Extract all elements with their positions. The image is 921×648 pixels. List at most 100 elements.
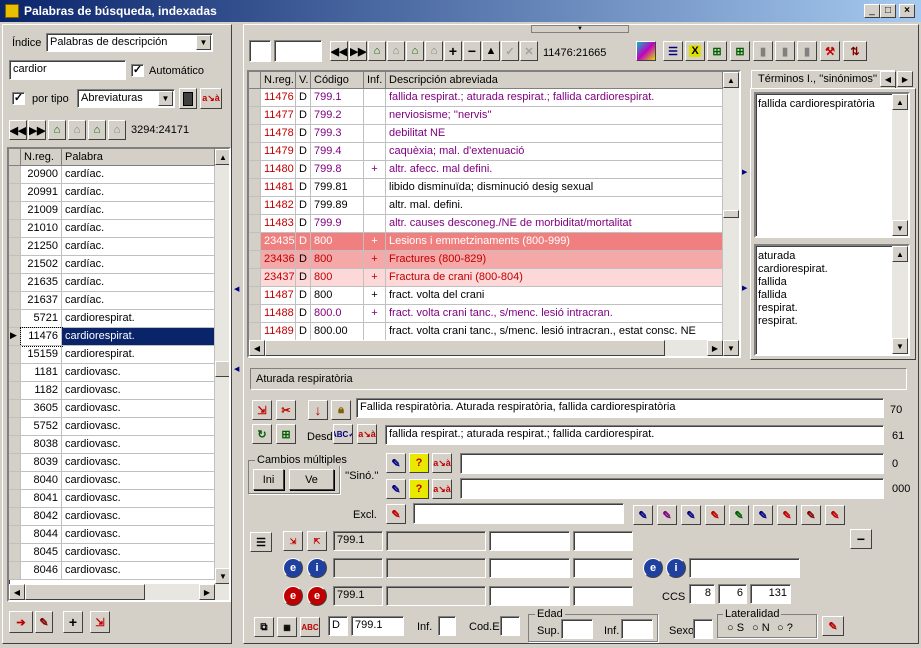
table-row[interactable]: 11482 D 799.89 altr. mal. defini. — [249, 197, 723, 215]
table-row[interactable]: 11481 D 799.81 libido disminuïda; disminuci… — [249, 179, 723, 197]
home-button[interactable]: ⌂ — [368, 41, 386, 61]
scroll-thumb[interactable] — [215, 361, 229, 377]
terms-vscroll[interactable]: ▲ ▼ — [892, 94, 908, 236]
table-row[interactable]: 8039 cardiovasc. — [9, 454, 215, 472]
info-extra-2[interactable] — [573, 558, 633, 578]
hscroll-thumb[interactable] — [265, 340, 665, 356]
col-header-descripcion[interactable]: Descripción abreviada — [386, 72, 723, 89]
excl-tool-button[interactable]: ✎ — [705, 505, 725, 525]
row-indicator[interactable] — [9, 418, 21, 436]
automatico-checkbox[interactable]: ✓ — [131, 64, 144, 77]
row-indicator[interactable] — [249, 251, 261, 269]
close-button[interactable]: × — [899, 4, 915, 18]
table-row[interactable]: 15159 cardiorespirat. — [9, 346, 215, 364]
excl-tool-button[interactable]: ✎ — [681, 505, 701, 525]
row-indicator[interactable] — [9, 382, 21, 400]
home-edit-button[interactable]: ⌂ — [425, 41, 443, 61]
table-row[interactable]: 8046 cardiovasc. — [9, 562, 215, 580]
table-row[interactable]: 8044 cardiovasc. — [9, 526, 215, 544]
terms-bottom-list[interactable]: aturada cardiorespirat. fallida fallida resp… — [754, 244, 910, 356]
row-indicator[interactable] — [9, 166, 21, 184]
inf2-field[interactable] — [621, 619, 653, 639]
insert-button[interactable]: + — [444, 41, 462, 61]
sino2-help-button[interactable]: ? — [409, 479, 429, 499]
excl-input[interactable] — [413, 503, 624, 524]
row-indicator[interactable] — [249, 287, 261, 305]
e-red-button-2[interactable]: e — [307, 586, 327, 606]
table-row[interactable]: 8041 cardiovasc. — [9, 490, 215, 508]
table-row[interactable]: 21502 cardíac. — [9, 256, 215, 274]
hscroll-thumb[interactable] — [25, 584, 145, 600]
table-row[interactable]: 1181 cardiovasc. — [9, 364, 215, 382]
import-button[interactable]: ⇲ — [252, 400, 272, 420]
home-next-button[interactable]: ⌂ — [406, 41, 424, 61]
row-indicator[interactable] — [9, 526, 21, 544]
scroll-right-arrow[interactable]: ▶ — [199, 584, 215, 600]
row-indicator[interactable] — [9, 436, 21, 454]
list-item[interactable]: respirat. — [758, 302, 798, 314]
delete-button[interactable]: − — [463, 41, 481, 61]
list-item[interactable]: fallida — [758, 289, 787, 301]
scroll-up-arrow[interactable]: ▲ — [723, 72, 739, 88]
excl-tool-button[interactable]: ✎ — [753, 505, 773, 525]
home-prev-button[interactable]: ⌂ — [68, 120, 86, 140]
code-move-button-2[interactable]: ⇱ — [307, 531, 327, 551]
code-a-desc[interactable] — [386, 531, 486, 551]
chevron-down-icon[interactable]: ▼ — [158, 91, 173, 106]
e-red-button-1[interactable]: e — [283, 586, 303, 606]
chevron-down-icon[interactable]: ▼ — [196, 35, 211, 50]
home-button[interactable]: ⌂ — [48, 120, 66, 140]
row-indicator[interactable] — [249, 179, 261, 197]
col-header-inf[interactable]: Inf. — [364, 72, 386, 89]
list-item[interactable]: fallida — [758, 276, 787, 288]
splitter-left-arrow[interactable]: ◀ — [234, 285, 242, 297]
col-header-palabra[interactable]: Palabra — [62, 149, 215, 166]
excl-tool-button[interactable]: ✎ — [777, 505, 797, 525]
first-button[interactable]: ◀◀ — [9, 120, 27, 140]
row-indicator[interactable] — [249, 269, 261, 287]
tool-5-button[interactable]: ▮ — [797, 41, 817, 61]
splitter-right-arrow-2[interactable]: ▶ — [742, 284, 748, 294]
table-row[interactable]: 11483 D 799.9 altr. causes desconeg./NE de … — [249, 215, 723, 233]
table-row[interactable]: 11479 D 799.4 caquèxia; mal. d'extenuació — [249, 143, 723, 161]
edit-button[interactable]: ▲ — [482, 41, 500, 61]
exit-button[interactable]: ⇲ — [90, 611, 110, 633]
row-indicator[interactable] — [9, 292, 21, 310]
info-e-button[interactable]: e — [283, 558, 303, 578]
row-indicator[interactable] — [9, 220, 21, 238]
ccs-field-3[interactable]: 131 — [750, 584, 791, 604]
scroll-down-arrow[interactable]: ▼ — [892, 338, 908, 354]
info-extra-1[interactable] — [489, 558, 570, 578]
sino2-input[interactable] — [460, 478, 884, 499]
ve-button[interactable]: Ve — [289, 469, 334, 490]
row-indicator[interactable] — [249, 197, 261, 215]
tool-4-button[interactable]: ▮ — [775, 41, 795, 61]
table-row[interactable]: 11480 D 799.8 + altr. afecc. mal defini. — [249, 161, 723, 179]
lateralidad-radio-?[interactable]: ○ ? — [777, 622, 793, 634]
bottom-code-field[interactable]: 799.1 — [351, 616, 404, 636]
row-indicator[interactable] — [249, 161, 261, 179]
code-b-extra-2[interactable] — [573, 586, 633, 606]
row-indicator[interactable] — [9, 274, 21, 292]
table-row[interactable]: 11488 D 800.0 + fract. volta crani tanc., s/… — [249, 305, 723, 323]
table-row[interactable]: 8038 cardiovasc. — [9, 436, 215, 454]
row-indicator[interactable] — [9, 238, 21, 256]
scroll-thumb[interactable] — [723, 210, 739, 218]
table-row[interactable]: 21637 cardíac. — [9, 292, 215, 310]
table-row[interactable]: 23437 D 800 + Fractura de crani (800-804) — [249, 269, 723, 287]
copy-button[interactable]: ⧉ — [254, 617, 274, 637]
excl-tool-button[interactable]: ✎ — [729, 505, 749, 525]
info-code-field[interactable] — [333, 558, 383, 578]
excl-tool-button[interactable]: ✎ — [633, 505, 653, 525]
scroll-down-arrow[interactable]: ▼ — [215, 568, 229, 584]
case-button[interactable]: a↘à — [357, 424, 377, 444]
sino1-input[interactable] — [460, 453, 884, 474]
table-row[interactable]: 1182 cardiovasc. — [9, 382, 215, 400]
calculator-button[interactable] — [179, 88, 197, 109]
ccs-field-1[interactable]: 8 — [689, 584, 715, 604]
row-indicator[interactable] — [249, 89, 261, 107]
table-row[interactable]: 11476 D 799.1 fallida respirat.; aturada re… — [249, 89, 723, 107]
maximize-button[interactable]: □ — [880, 4, 896, 18]
table-row[interactable]: 21635 cardíac. — [9, 274, 215, 292]
table-row[interactable]: 23436 D 800 + Fractures (800-829) — [249, 251, 723, 269]
